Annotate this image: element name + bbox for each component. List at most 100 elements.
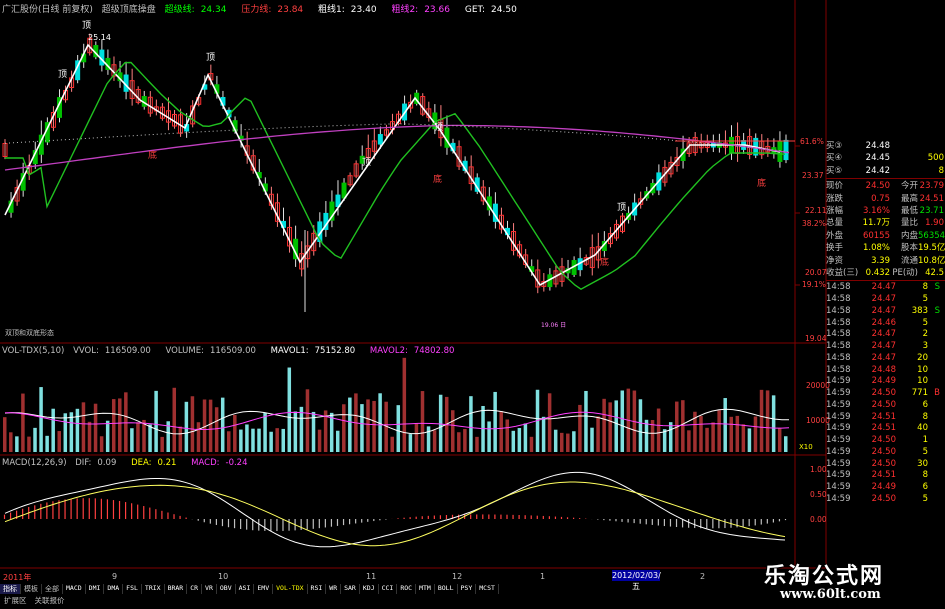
stat-value: 11.7万 [862,218,890,229]
tick-volume: 3 [922,341,928,352]
tab-psy[interactable]: PSY [458,584,477,594]
tab-vol-tdx[interactable]: VOL-TDX [273,584,308,594]
chart-canvas[interactable] [0,0,945,609]
tab-全部[interactable]: 全部 [42,584,63,594]
volume-bar [239,429,243,452]
volume-bar [572,431,576,452]
mavol2-value: 74802.80 [413,346,455,356]
tick-list[interactable]: 14:58 24.47 8 S 14:58 24.47 5 14:58 24.47 383 S 14:… [826,282,945,505]
price-axis-label: 22.11 [805,206,827,215]
volume-bar [299,406,304,452]
volume-bar [275,428,279,452]
tab-emv[interactable]: EMV [254,584,274,594]
volume-bar [729,416,734,452]
tab-dmi[interactable]: DMI [86,584,105,594]
tab-brar[interactable]: BRAR [165,584,188,594]
indicator-name[interactable]: 超级顶底操盘 [102,5,156,15]
tab-dma[interactable]: DMA [104,584,124,594]
price-pane [2,33,795,312]
volume-bar [342,404,346,452]
tick-direction [928,482,940,494]
tab-boll[interactable]: BOLL [435,584,458,594]
stat-key: PE(动) [892,267,918,278]
tick-direction [928,423,940,435]
tab-cr[interactable]: CR [187,584,203,594]
volume-pane [3,357,790,452]
tab-rsi[interactable]: RSI [308,584,327,594]
order-price: 24.45 [865,153,890,164]
ma-line-green [5,61,786,291]
price-axis-label: 19.04 [805,334,827,343]
volume-title[interactable]: VOL-TDX(5,10) [2,346,64,356]
tick-price: 24.47 [871,341,896,352]
tab-mtm[interactable]: MTM [416,584,435,594]
tab-cci[interactable]: CCI [379,584,398,594]
volume-bar [136,422,140,452]
stat-key: 内盘 [900,230,918,241]
tab-sar[interactable]: SAR [341,584,360,594]
bottom-marker: 底 [148,151,158,161]
tab-指标[interactable]: 指标 [0,584,21,594]
bottom-marker: 底 [600,258,610,268]
stat-row: 涨幅 3.16% 最低 23.71 [826,205,945,217]
tab-fsl[interactable]: FSL [123,584,142,594]
tick-time: 14:59 [826,482,851,493]
stat-value: 3.16% [862,205,890,216]
get-label: GET: [464,5,486,15]
stat-key: 涨跌 [826,193,844,204]
tab-trix[interactable]: TRIX [142,584,165,594]
watermark: 乐淘公式网 www.60lt.com [750,556,945,609]
tick-price: 24.51 [871,423,896,434]
tab-kdj[interactable]: KDJ [360,584,379,594]
volume-bar [753,416,758,452]
volume-bar [463,428,467,452]
tick-time: 14:59 [826,376,851,387]
volume-bar [487,421,491,452]
tab-模板[interactable]: 模板 [21,584,42,594]
stat-key: 外盘 [826,230,844,241]
tick-volume: 5 [922,294,928,305]
volume-bar [741,424,746,452]
tab-asi[interactable]: ASI [236,584,255,594]
tick-row: 14:59 24.49 10 [826,376,945,388]
tab-wr[interactable]: WR [326,584,342,594]
get-readout: GET: 24.50 [465,5,523,15]
volume-bar [27,436,31,452]
tick-direction [928,447,940,459]
volume-bar [348,397,352,452]
tick-time: 14:58 [826,329,851,340]
tab-roc[interactable]: ROC [397,584,417,594]
quote-panel: 买③ 24.48 买④ 24.45 500 买⑤ 24.42 8 现价 24.50 今开 23.79… [826,140,945,560]
tab-obv[interactable]: OBV [217,584,236,594]
tick-row: 14:59 24.50 771 B [826,388,945,400]
tick-time: 14:58 [826,294,851,305]
stat-value: 0.75 [871,193,890,204]
volume-bar [723,398,727,452]
selected-date: 2012/02/03/五 [612,570,661,591]
tab-extension-area[interactable]: 扩展区 [0,595,31,606]
tick-time: 14:59 [826,458,851,469]
volume-bar [105,420,110,452]
dea-label: DEA: [131,458,152,468]
tab-related-quote[interactable]: 关联报价 [31,595,69,606]
volume-bar [396,405,401,452]
tick-row: 14:58 24.47 5 [826,294,945,306]
tick-direction [928,470,940,482]
tab-vr[interactable]: VR [202,584,217,594]
volume-bar [148,424,152,452]
volume-bar [602,398,606,452]
macd-title[interactable]: MACD(12,26,9) [2,458,67,468]
volume-bar [469,396,473,452]
stat-value: 24.50 [865,181,890,192]
tab-mcst[interactable]: MCST [476,584,499,594]
tick-price: 24.49 [871,376,896,387]
tick-time: 14:59 [826,423,851,434]
stat-key: 净资 [826,255,844,266]
volume-bar [3,417,7,452]
tab-macd[interactable]: MACD [63,584,86,594]
tick-price: 24.50 [871,446,896,457]
volume-bar [257,428,261,452]
ma1-label: 粗线1: [318,5,345,15]
order-price: 24.42 [865,165,890,176]
volume-bar [517,428,522,452]
